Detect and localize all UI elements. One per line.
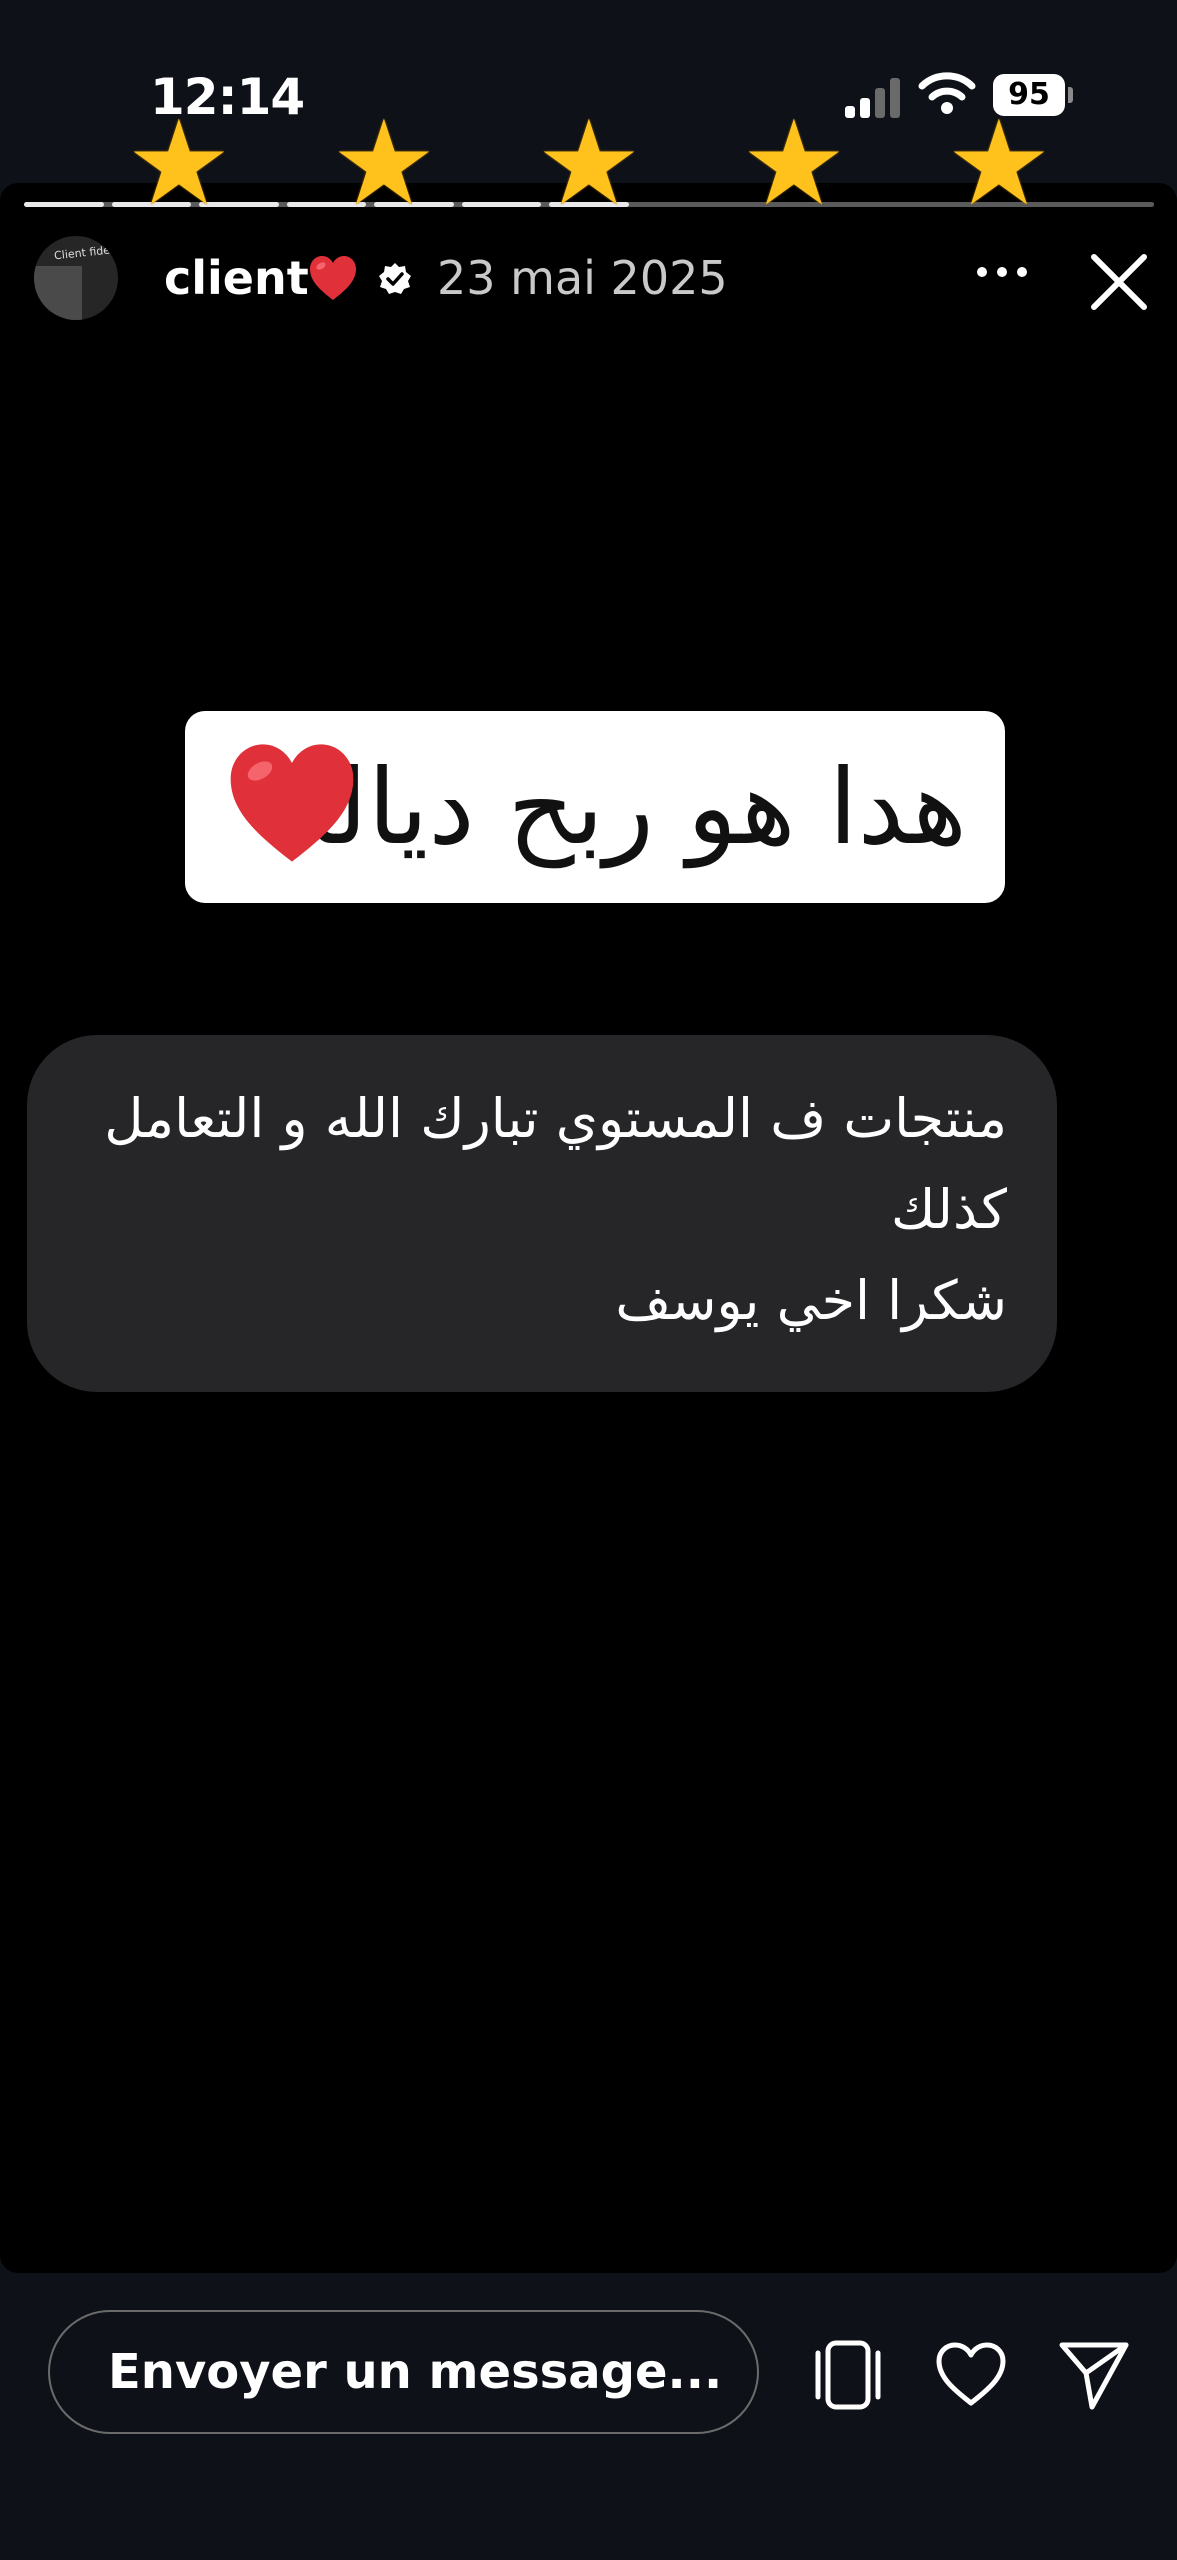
- stars-overlay: ★ ★ ★ ★ ★: [0, 94, 1177, 232]
- sticker-text: هدا هو ربح ديالنا: [272, 746, 967, 868]
- heart-icon[interactable]: [931, 2335, 1011, 2415]
- text-sticker: هدا هو ربح ديالنا: [185, 711, 1005, 903]
- star-5: ★: [946, 94, 1052, 232]
- star-2: ★: [331, 94, 437, 232]
- red-heart-emoji-icon: [230, 744, 354, 862]
- star-1: ★: [126, 94, 232, 232]
- star-3: ★: [536, 94, 642, 232]
- message-bubble: منتجات ف المستوي تبارك الله و التعامل كذ…: [27, 1035, 1057, 1392]
- story-date: 23 mai 2025: [437, 251, 728, 305]
- message-line-1: منتجات ف المستوي تبارك الله و التعامل: [104, 1087, 1007, 1150]
- avatar-image: [34, 266, 82, 320]
- star-4: ★: [741, 94, 847, 232]
- red-heart-emoji-icon: [310, 256, 356, 300]
- layers-icon[interactable]: [808, 2335, 888, 2415]
- avatar-caption: Client fidèle: [53, 242, 118, 263]
- message-line-2: كذلك: [890, 1178, 1007, 1241]
- close-icon[interactable]: [1088, 251, 1150, 313]
- username[interactable]: client: [164, 251, 309, 305]
- more-options-icon[interactable]: [975, 260, 1029, 284]
- avatar[interactable]: Client fidèle: [34, 236, 118, 320]
- verified-badge-icon: [379, 263, 411, 294]
- message-line-3: شكرا اخي يوسف: [615, 1269, 1007, 1332]
- battery-nub: [1068, 87, 1073, 103]
- message-input-placeholder: Envoyer un message...: [108, 2344, 723, 2400]
- message-input[interactable]: Envoyer un message...: [48, 2310, 759, 2434]
- send-icon[interactable]: [1054, 2335, 1134, 2415]
